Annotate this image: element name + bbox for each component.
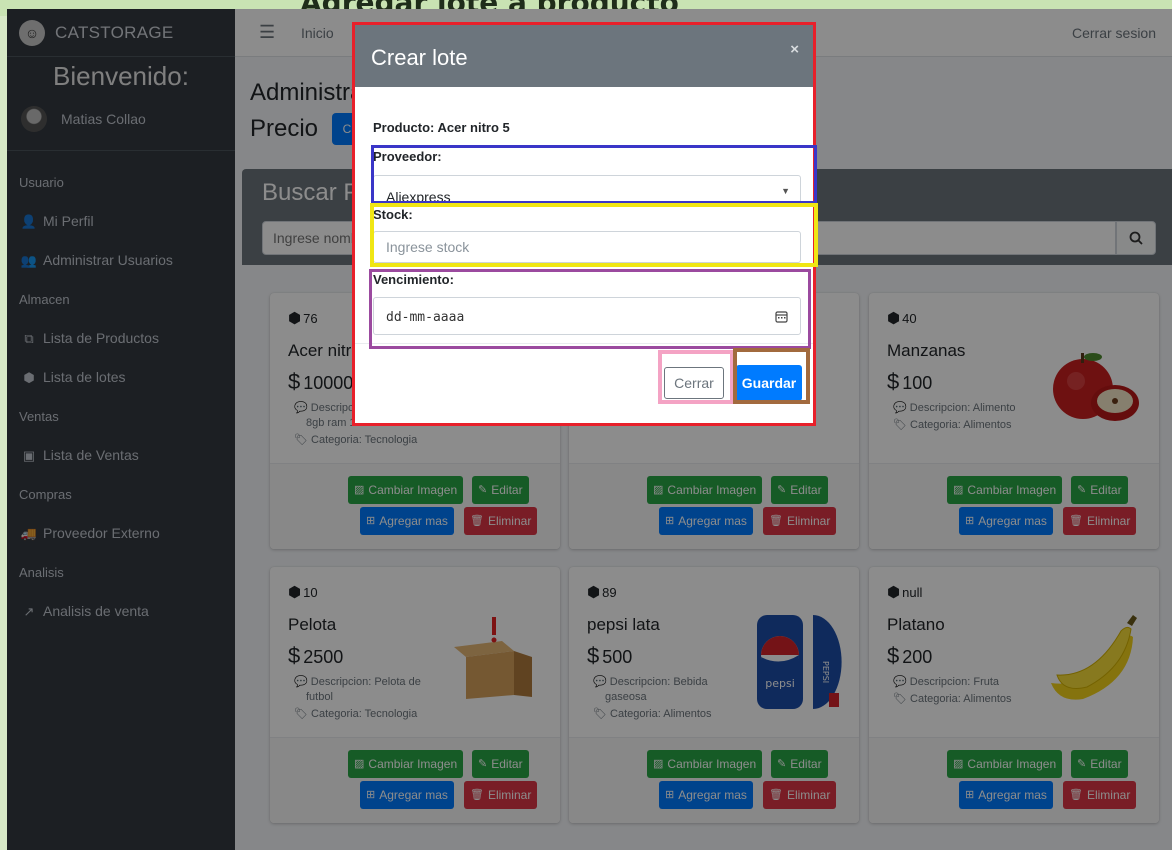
guardar-highlight-box: [733, 348, 810, 404]
proveedor-highlight-box: [371, 145, 817, 204]
vencimiento-highlight-box: [369, 269, 811, 349]
cerrar-highlight-box: [658, 350, 734, 404]
product-label: Producto: Acer nitro 5: [373, 120, 510, 135]
modal-title: Crear lote: [371, 45, 468, 70]
close-icon[interactable]: ×: [790, 41, 799, 58]
modal-header: Crear lote ×: [355, 25, 813, 87]
stock-highlight-box: [370, 203, 818, 267]
